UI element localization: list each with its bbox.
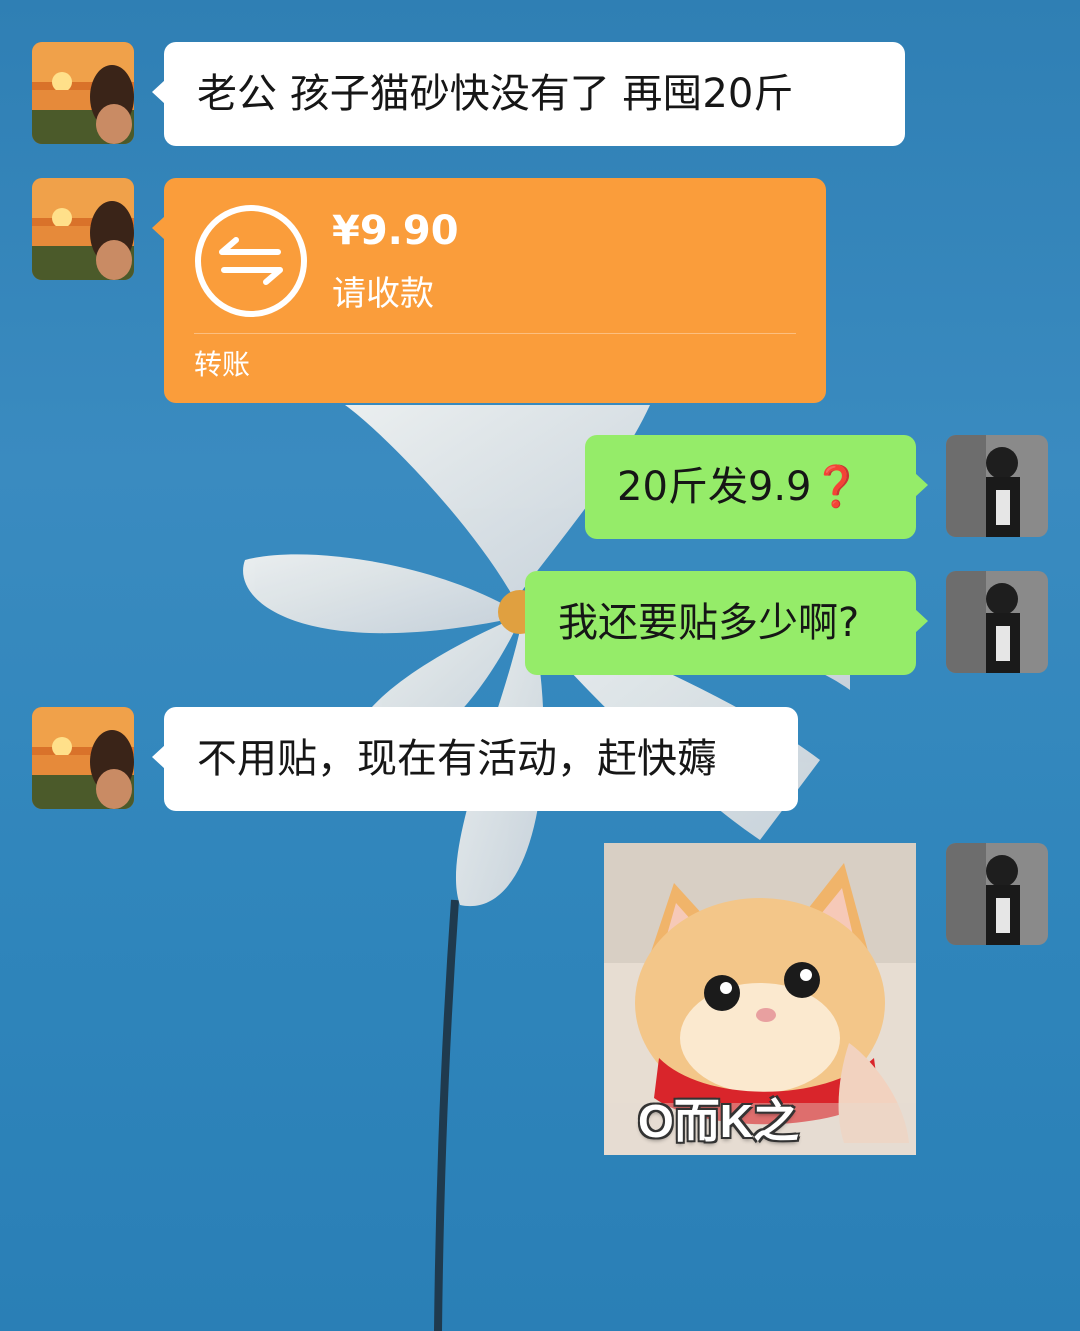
question-mark-emoji: ❓ [811,464,862,510]
contact-avatar[interactable] [32,178,134,280]
incoming-message-bubble[interactable]: 不用贴，现在有活动，赶快薅 [152,707,798,811]
message-text: 老公 孩子猫砂快没有了 再囤20斤 [197,71,794,117]
message-content: 20斤发9.9❓ [617,463,861,511]
transfer-status: 请收款 [332,274,434,314]
outgoing-message-bubble[interactable]: 我还要贴多少啊? [525,571,928,675]
self-avatar[interactable] [946,843,1048,945]
transfer-label: 转账 [194,348,251,381]
self-avatar[interactable] [946,435,1048,537]
message-text: 不用贴，现在有活动，赶快薅 [197,736,717,782]
contact-avatar[interactable] [32,42,134,144]
sticker-caption: O而K之 [638,1095,799,1147]
self-avatar[interactable] [946,571,1048,673]
transfer-amount: ¥9.90 [332,208,459,254]
cat-sticker[interactable]: O而K之 [604,843,916,1155]
message-text: 我还要贴多少啊? [558,600,860,646]
contact-avatar[interactable] [32,707,134,809]
transfer-card[interactable]: ¥9.90 请收款 转账 [152,178,826,403]
outgoing-message-bubble[interactable]: 20斤发9.9❓ [585,435,928,539]
transfer-arrows-icon [195,205,307,317]
message-text: 20斤发9.9 [617,464,812,510]
transfer-divider [194,333,796,334]
incoming-message-bubble[interactable]: 老公 孩子猫砂快没有了 再囤20斤 [152,42,905,146]
